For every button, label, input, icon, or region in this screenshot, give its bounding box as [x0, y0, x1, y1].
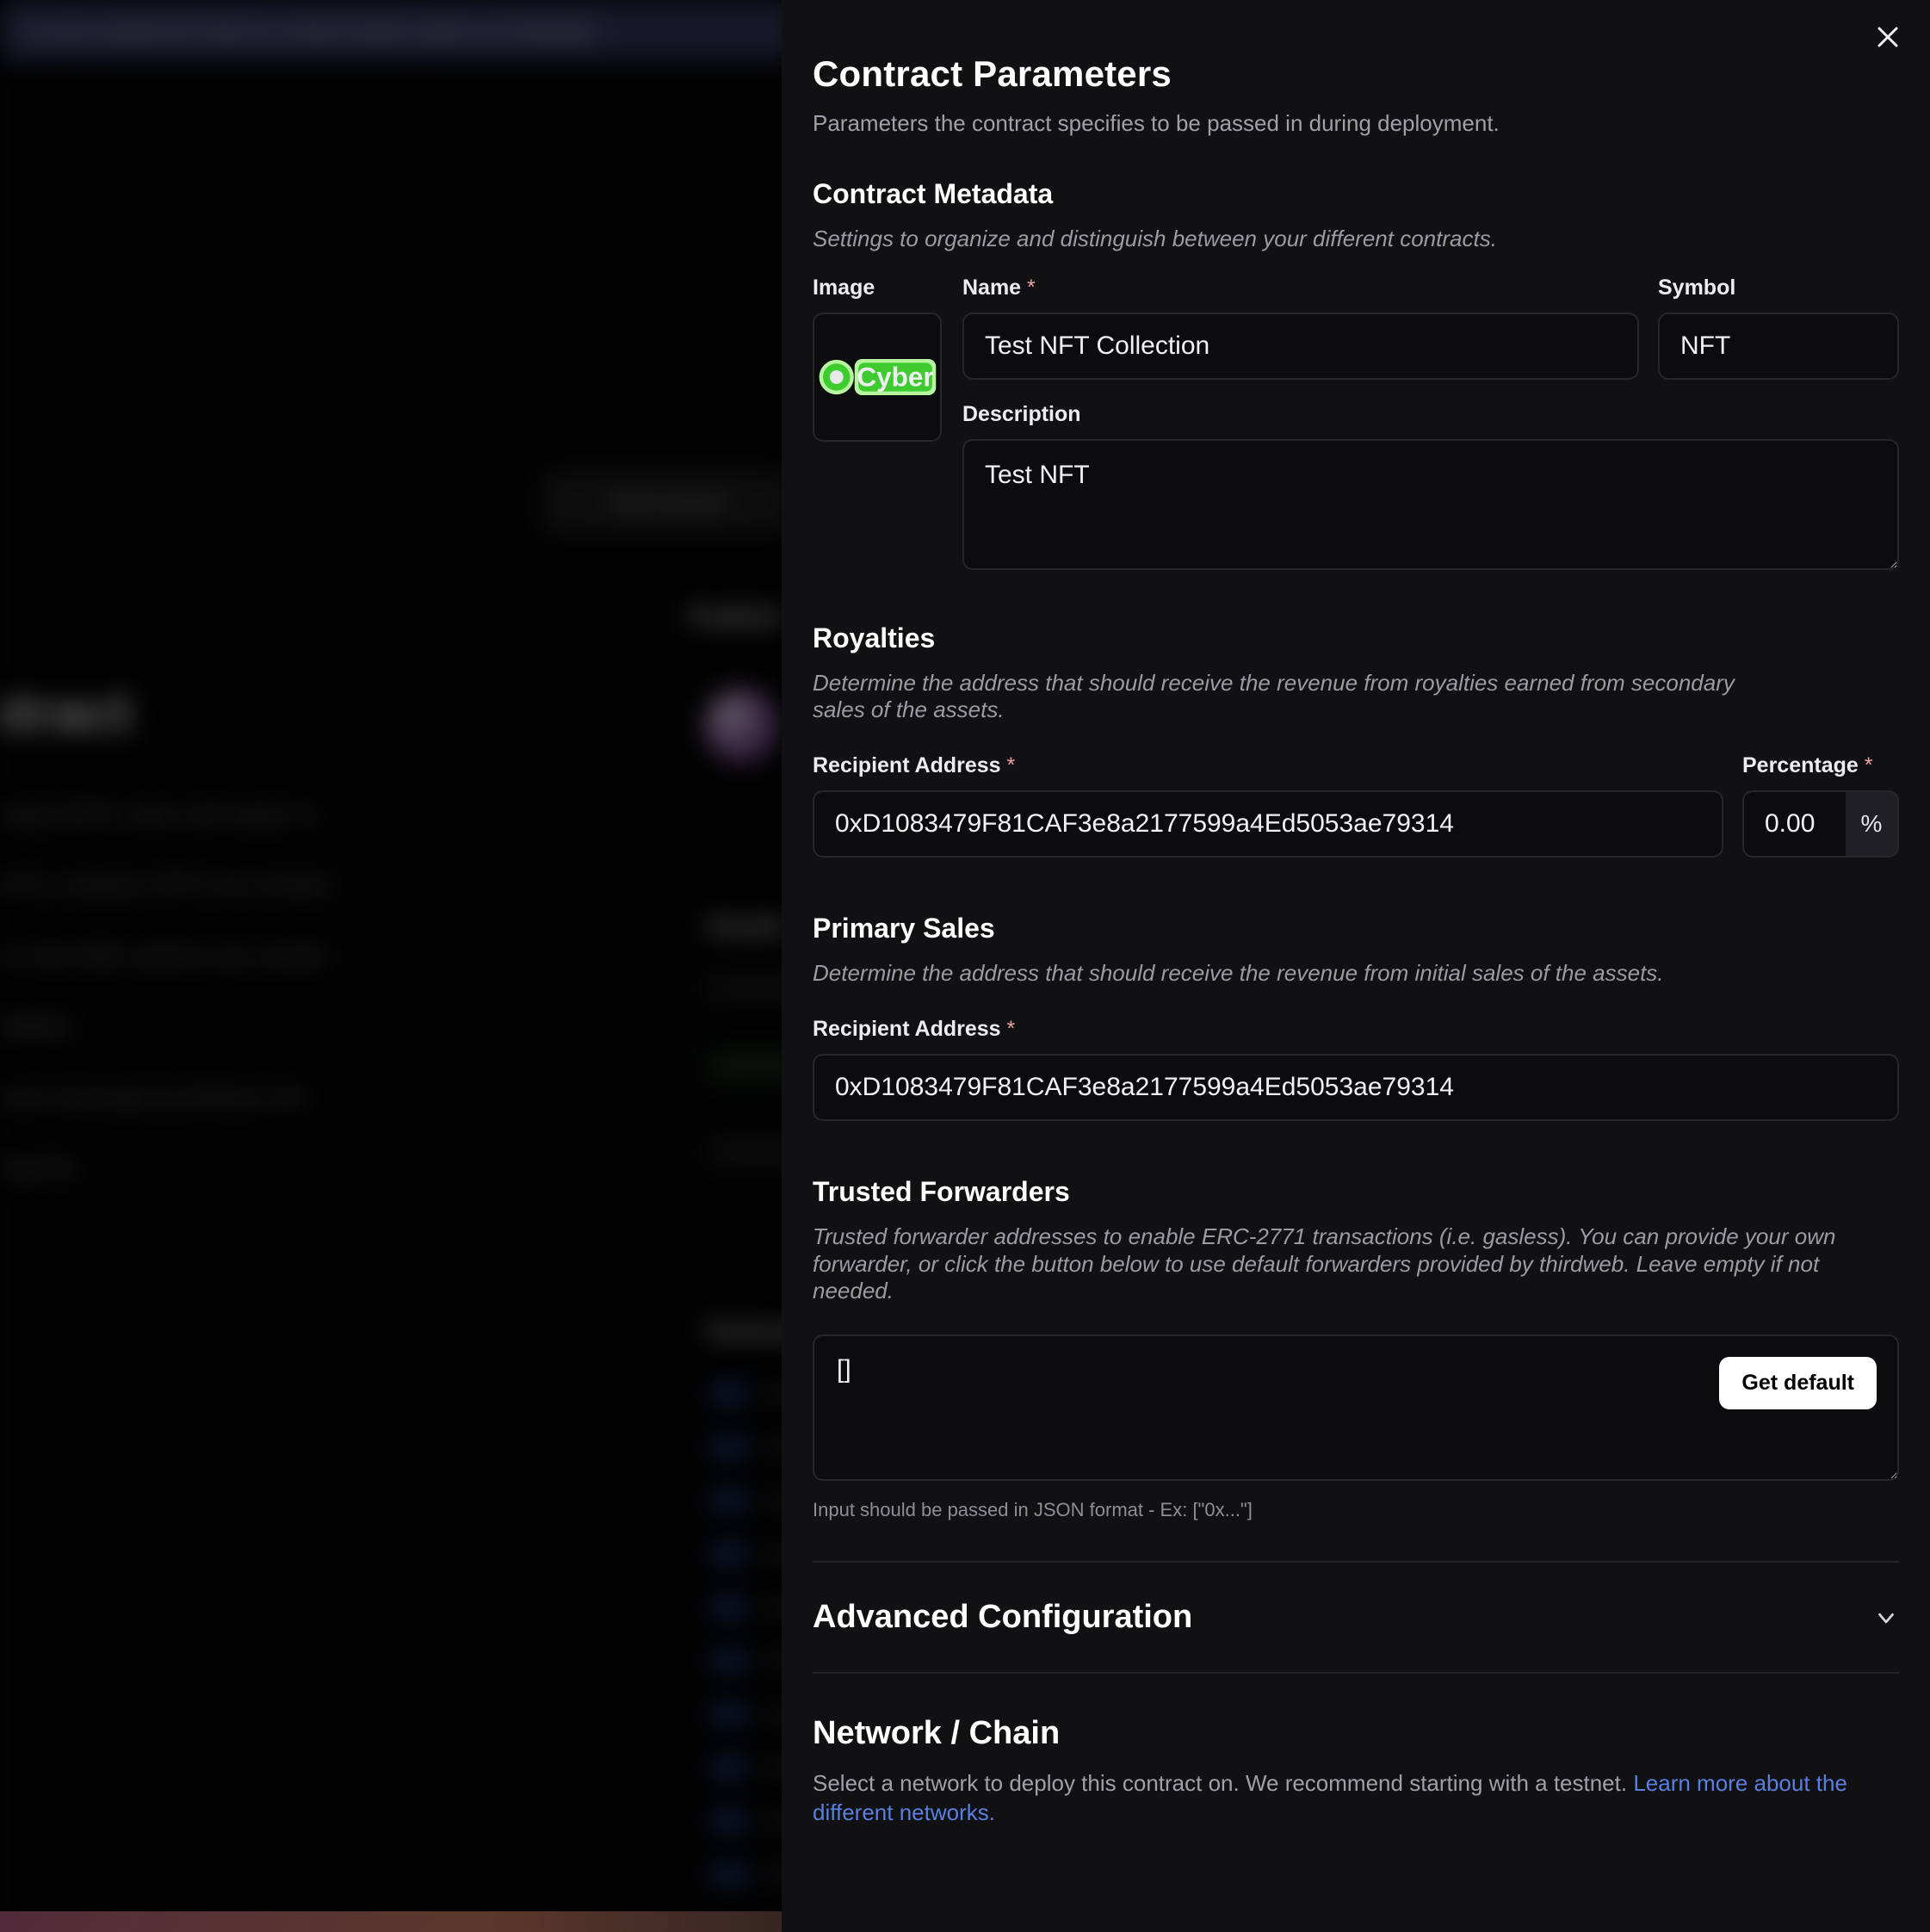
royalties-description: Determine the address that should receiv…: [813, 669, 1735, 723]
contract-metadata-heading: Contract Metadata: [813, 178, 1054, 209]
name-field-group: Name *: [962, 276, 1639, 380]
name-symbol-row: Name * Symbol: [962, 276, 1899, 380]
image-field-group: Image Cyber: [813, 276, 942, 442]
royalties-fields-row: Recipient Address * Percentage * %: [813, 753, 1899, 858]
royalties-recipient-label: Recipient Address *: [813, 753, 1723, 778]
page-title: Contract Parameters: [813, 53, 1172, 94]
divider-below-advanced: [813, 1672, 1899, 1675]
primary-sales-recipient-label-text: Recipient Address: [813, 1016, 1001, 1041]
royalties-percentage-label-text: Percentage: [1742, 753, 1859, 778]
trusted-forwarders-heading: Trusted Forwarders: [813, 1175, 1070, 1207]
name-required-marker: *: [1027, 275, 1036, 300]
description-label: Description: [962, 401, 1081, 426]
primary-sales-recipient-input[interactable]: [813, 1053, 1899, 1121]
trusted-forwarders-hint: Input should be passed in JSON format - …: [813, 1499, 1253, 1521]
cyber-logo-icon: Cyber: [819, 358, 937, 395]
trusted-forwarders-description: Trusted forwarder addresses to enable ER…: [813, 1223, 1836, 1304]
drawer-content: Contract Parameters Parameters the contr…: [782, 53, 1930, 1828]
symbol-input[interactable]: [1658, 312, 1899, 380]
primary-sales-description: Determine the address that should receiv…: [813, 960, 1664, 987]
royalties-recipient-group: Recipient Address *: [813, 753, 1723, 858]
network-chain-heading: Network / Chain: [813, 1715, 1061, 1752]
contract-metadata-description: Settings to organize and distinguish bet…: [813, 226, 1497, 251]
description-textarea[interactable]: [962, 438, 1899, 570]
page-subtitle: Parameters the contract specifies to be …: [813, 110, 1500, 136]
royalties-percentage-required-marker: *: [1864, 753, 1873, 778]
royalties-recipient-label-text: Recipient Address: [813, 753, 1001, 778]
royalties-percentage-input[interactable]: [1742, 790, 1846, 858]
symbol-label: Symbol: [1658, 275, 1736, 300]
name-label: Name *: [962, 276, 1639, 300]
trusted-forwarders-input-wrap: Get default: [813, 1334, 1899, 1485]
chevron-down-icon: [1878, 1613, 1894, 1623]
name-label-text: Name: [962, 275, 1022, 300]
primary-sales-heading: Primary Sales: [813, 913, 995, 944]
svg-text:Cyber: Cyber: [857, 361, 933, 392]
primary-sales-recipient-label: Recipient Address *: [813, 1017, 1899, 1042]
metadata-text-fields: Name * Symbol Description: [962, 276, 1899, 574]
primary-sales-recipient-required-marker: *: [1006, 1016, 1016, 1041]
contract-parameters-drawer: Contract Parameters Parameters the contr…: [782, 0, 1930, 1932]
royalties-recipient-required-marker: *: [1006, 753, 1016, 778]
percent-suffix-addon: %: [1846, 790, 1899, 858]
contract-image-upload[interactable]: Cyber: [813, 312, 942, 442]
image-label: Image: [813, 275, 875, 300]
percentage-input-group: %: [1742, 790, 1899, 858]
network-chain-description-text: Select a network to deploy this contract…: [813, 1770, 1634, 1797]
symbol-field-group: Symbol: [1658, 276, 1899, 380]
advanced-configuration-accordion[interactable]: Advanced Configuration: [813, 1563, 1899, 1672]
royalties-percentage-label: Percentage *: [1742, 753, 1899, 778]
royalties-heading: Royalties: [813, 622, 936, 653]
metadata-fields-row: Image Cyber Name * Test NFT Collection S…: [813, 276, 1899, 574]
network-chain-description: Select a network to deploy this contract…: [813, 1769, 1899, 1828]
royalties-recipient-input[interactable]: [813, 790, 1723, 858]
description-field-group: Description: [962, 402, 1899, 574]
primary-sales-recipient-group: Recipient Address *: [813, 1017, 1899, 1121]
royalties-percentage-group: Percentage * %: [1742, 753, 1899, 858]
app-root: to your preferred chain to unlock better…: [0, 0, 1930, 1932]
advanced-configuration-heading: Advanced Configuration: [813, 1599, 1193, 1636]
get-default-button[interactable]: Get default: [1719, 1357, 1877, 1410]
name-input[interactable]: [962, 312, 1639, 380]
